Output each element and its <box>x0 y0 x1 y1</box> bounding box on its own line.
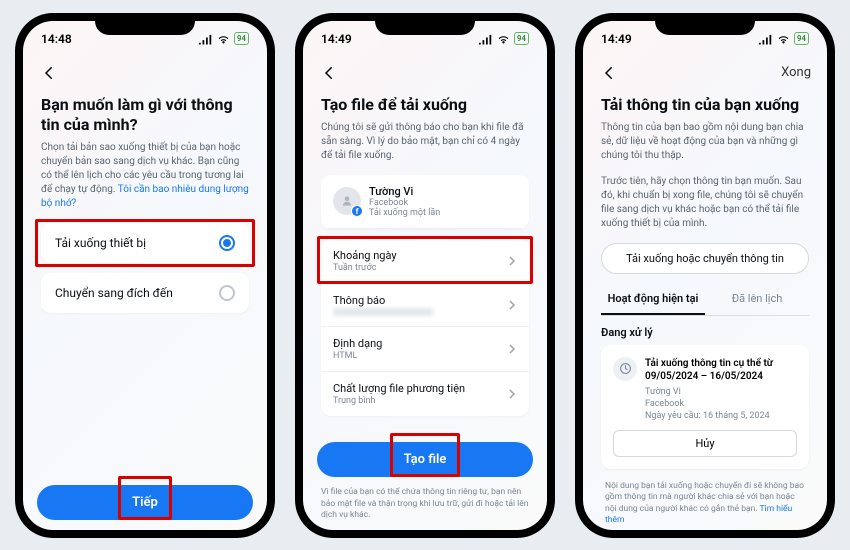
chevron-right-icon <box>507 344 517 354</box>
row-date-range[interactable]: Khoảng ngày Tuần trước <box>321 239 529 284</box>
option-download-device[interactable]: Tải xuống thiết bị <box>41 223 249 263</box>
processing-section-label: Đang xử lý <box>601 326 809 339</box>
status-time: 14:49 <box>321 32 352 46</box>
profile-row[interactable]: f Tường Vi Facebook Tải xuống một lần <box>321 175 529 229</box>
screen-2: 14:49 94 Tạo file để tải xuống Chúng tôi… <box>303 21 547 530</box>
content-area: Tải thông tin của bạn xuống Thông tin củ… <box>583 87 827 530</box>
row-label: Định dạng <box>333 337 382 350</box>
avatar: f <box>333 187 361 215</box>
back-button[interactable] <box>319 63 339 83</box>
row-value: Trung bình <box>333 396 465 406</box>
status-time: 14:49 <box>601 32 632 46</box>
facebook-badge-icon: f <box>351 205 363 217</box>
battery-icon: 94 <box>794 32 809 45</box>
screen-3: 14:49 94 Xong Tải thông tin của bạn xuốn… <box>583 21 827 530</box>
cancel-button[interactable]: Hủy <box>613 430 797 457</box>
phone-frame-1: 14:48 94 Bạn muốn làm gì với thông tin c… <box>15 13 275 538</box>
processing-name: Tường Vi <box>645 386 797 398</box>
profile-card: f Tường Vi Facebook Tải xuống một lần <box>321 175 529 229</box>
back-arrow-icon <box>40 64 58 82</box>
tab-current-activity[interactable]: Hoạt động hiện tại <box>601 284 705 315</box>
profile-note: Tải xuống một lần <box>369 208 440 218</box>
page-description-2: Trước tiên, hãy chọn thông tin bạn muốn.… <box>601 175 809 231</box>
battery-icon: 94 <box>234 32 249 45</box>
row-label: Thông báo <box>333 294 433 307</box>
content-area: Tạo file để tải xuống Chúng tôi sẽ gửi t… <box>303 87 547 437</box>
page-title: Tạo file để tải xuống <box>321 95 529 115</box>
footer-note: Vì file của bạn có thể chứa thông tin ri… <box>303 487 547 529</box>
back-button[interactable] <box>39 63 59 83</box>
option-label: Tải xuống thiết bị <box>55 236 146 250</box>
back-arrow-icon <box>600 64 618 82</box>
back-arrow-icon <box>320 64 338 82</box>
row-label: Chất lượng file phương tiện <box>333 382 465 395</box>
clock-icon <box>613 357 637 381</box>
nav-bar: Xong <box>583 57 827 87</box>
tab-bar: Hoạt động hiện tại Đã lên lịch <box>601 284 809 316</box>
battery-icon: 94 <box>514 32 529 45</box>
chevron-right-icon <box>507 389 517 399</box>
signal-icon <box>479 34 493 44</box>
back-button[interactable] <box>599 63 619 83</box>
chevron-right-icon <box>507 256 517 266</box>
profile-platform: Facebook <box>369 198 440 208</box>
content-area: Bạn muốn làm gì với thông tin của mình? … <box>23 87 267 479</box>
nav-bar <box>23 57 267 87</box>
status-right: 94 <box>759 32 809 45</box>
row-label: Khoảng ngày <box>333 249 397 262</box>
row-notification[interactable]: Thông báo <box>321 284 529 327</box>
wifi-icon <box>497 34 510 44</box>
status-right: 94 <box>479 32 529 45</box>
processing-date: Ngày yêu cầu: 16 tháng 5, 2024 <box>645 410 797 422</box>
status-time: 14:48 <box>41 32 72 46</box>
footer-note: Nội dung bạn tải xuống hoặc chuyển đi sẽ… <box>601 481 809 527</box>
signal-icon <box>759 34 773 44</box>
page-description: Chúng tôi sẽ gửi thông báo cho bạn khi f… <box>321 121 529 163</box>
processing-platform: Facebook <box>645 398 797 410</box>
page-description: Chọn tải bản sao xuống thiết bị của bạn … <box>41 141 249 211</box>
option-transfer-destination[interactable]: Chuyển sang đích đến <box>41 273 249 313</box>
row-format[interactable]: Định dạng HTML <box>321 327 529 372</box>
page-description-1: Thông tin của bạn bao gồm nội dung bạn c… <box>601 121 809 163</box>
row-media-quality[interactable]: Chất lượng file phương tiện Trung bình <box>321 372 529 416</box>
row-value <box>333 308 433 316</box>
tab-scheduled[interactable]: Đã lên lịch <box>705 284 809 315</box>
download-transfer-button[interactable]: Tải xuống hoặc chuyển thông tin <box>601 243 809 274</box>
wifi-icon <box>777 34 790 44</box>
phone-notch <box>95 13 195 35</box>
phone-frame-3: 14:49 94 Xong Tải thông tin của bạn xuốn… <box>575 13 835 538</box>
status-right: 94 <box>199 32 249 45</box>
profile-name: Tường Vi <box>369 185 440 198</box>
processing-card: Tải xuống thông tin cụ thể từ 09/05/2024… <box>601 345 809 469</box>
next-button[interactable]: Tiếp <box>37 485 253 520</box>
create-file-button[interactable]: Tạo file <box>317 442 533 477</box>
processing-title: Tải xuống thông tin cụ thể từ 09/05/2024… <box>645 357 797 384</box>
radio-selected <box>219 235 235 251</box>
row-value: HTML <box>333 351 382 361</box>
phone-notch <box>655 13 755 35</box>
phone-notch <box>375 13 475 35</box>
signal-icon <box>199 34 213 44</box>
settings-list: Khoảng ngày Tuần trước Thông báo <box>321 239 529 416</box>
page-title: Tải thông tin của bạn xuống <box>601 95 809 115</box>
chevron-right-icon <box>507 300 517 310</box>
page-title: Bạn muốn làm gì với thông tin của mình? <box>41 95 249 135</box>
option-label: Chuyển sang đích đến <box>55 286 173 300</box>
nav-bar <box>303 57 547 87</box>
screen-1: 14:48 94 Bạn muốn làm gì với thông tin c… <box>23 21 267 530</box>
row-value: Tuần trước <box>333 263 397 273</box>
radio-unselected <box>219 285 235 301</box>
done-button[interactable]: Xong <box>781 65 811 80</box>
phone-frame-2: 14:49 94 Tạo file để tải xuống Chúng tôi… <box>295 13 555 538</box>
wifi-icon <box>217 34 230 44</box>
